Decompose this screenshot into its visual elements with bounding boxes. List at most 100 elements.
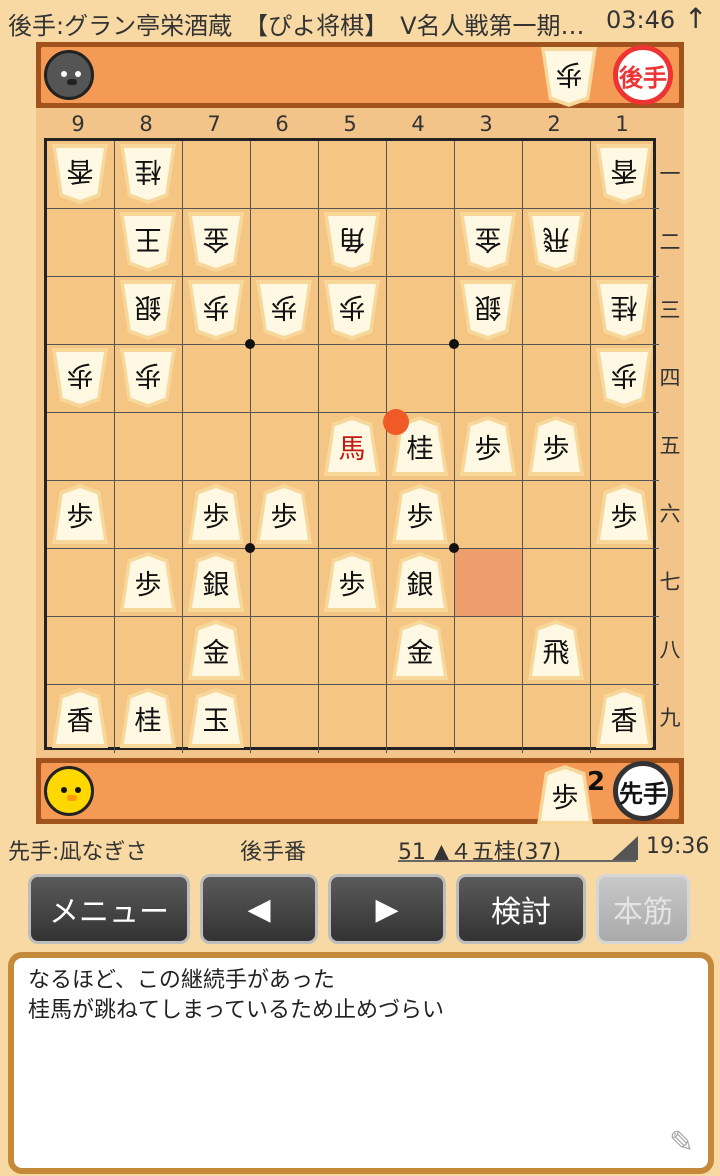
file-label: 7 (207, 112, 221, 136)
sente-piece[interactable]: 歩 (324, 552, 380, 612)
gote-piece[interactable]: 歩 (324, 280, 380, 340)
board-square[interactable] (251, 685, 319, 753)
sente-piece[interactable]: 歩 (596, 484, 652, 544)
board-square[interactable] (183, 345, 251, 413)
board-square[interactable] (115, 617, 183, 685)
board-square[interactable] (591, 549, 659, 617)
board-square[interactable] (319, 617, 387, 685)
sente-piece[interactable]: 桂 (120, 688, 176, 748)
shogi-board[interactable]: 香桂香王金角金飛銀歩歩歩銀桂歩歩歩馬桂歩歩歩歩歩歩歩歩銀歩銀金金飛香桂玉香 (44, 138, 659, 753)
star-point (245, 339, 255, 349)
board-square[interactable] (251, 549, 319, 617)
gote-piece[interactable]: 香 (596, 144, 652, 204)
board-square[interactable] (183, 141, 251, 209)
gote-piece[interactable]: 歩 (256, 280, 312, 340)
board-square[interactable] (523, 141, 591, 209)
prev-move-button[interactable]: ◀ (200, 874, 318, 944)
board-square[interactable] (523, 549, 591, 617)
board-square[interactable] (455, 481, 523, 549)
star-point (245, 543, 255, 553)
gote-piece[interactable]: 王 (120, 212, 176, 272)
board-square[interactable] (115, 413, 183, 481)
sente-piece[interactable]: 玉 (188, 688, 244, 748)
board-square[interactable] (455, 617, 523, 685)
sente-piece[interactable]: 歩 (528, 416, 584, 476)
gote-hand-piece[interactable]: 歩 (541, 47, 597, 107)
board-square[interactable] (319, 481, 387, 549)
up-arrow-icon[interactable]: ↑ (684, 2, 707, 35)
board-square[interactable] (251, 617, 319, 685)
board-square[interactable] (319, 141, 387, 209)
sente-piece[interactable]: 歩 (392, 484, 448, 544)
sente-piece[interactable]: 歩 (188, 484, 244, 544)
board-square[interactable] (455, 685, 523, 753)
board-square[interactable] (455, 549, 523, 617)
gote-piece[interactable]: 銀 (460, 280, 516, 340)
board-square[interactable] (387, 345, 455, 413)
board-square[interactable] (251, 345, 319, 413)
gote-piece[interactable]: 角 (324, 212, 380, 272)
board-square[interactable] (251, 141, 319, 209)
comment-box[interactable]: なるほど、この継続手があった 桂馬が跳ねてしまっているため止めづらい ✎ (8, 952, 714, 1174)
file-label: 8 (139, 112, 153, 136)
board-square[interactable] (387, 209, 455, 277)
board-square[interactable] (183, 413, 251, 481)
sente-hand-piece[interactable]: 歩 (537, 765, 593, 825)
board-square[interactable] (387, 685, 455, 753)
sente-piece[interactable]: 金 (392, 620, 448, 680)
board-square[interactable] (523, 685, 591, 753)
board-square[interactable] (387, 277, 455, 345)
gote-piece[interactable]: 桂 (120, 144, 176, 204)
sente-avatar[interactable] (44, 766, 94, 816)
board-square[interactable] (47, 413, 115, 481)
gote-avatar[interactable] (44, 50, 94, 100)
sente-piece[interactable]: 銀 (392, 552, 448, 612)
sente-piece[interactable]: 飛 (528, 620, 584, 680)
gote-piece[interactable]: 金 (188, 212, 244, 272)
board-square[interactable] (47, 549, 115, 617)
sente-piece[interactable]: 歩 (256, 484, 312, 544)
analyze-button[interactable]: 検討 (456, 874, 586, 944)
sente-piece[interactable]: 銀 (188, 552, 244, 612)
gote-piece[interactable]: 歩 (596, 348, 652, 408)
gote-piece[interactable]: 桂 (596, 280, 652, 340)
gote-piece[interactable]: 歩 (120, 348, 176, 408)
board-square[interactable] (47, 617, 115, 685)
rank-label: 三 (659, 298, 681, 322)
gote-piece[interactable]: 歩 (188, 280, 244, 340)
board-square[interactable] (523, 345, 591, 413)
sente-piece[interactable]: 歩 (460, 416, 516, 476)
device-time: 03:46 (606, 6, 676, 34)
board-square[interactable] (591, 617, 659, 685)
board-square[interactable] (523, 277, 591, 345)
board-square[interactable] (523, 481, 591, 549)
sente-piece[interactable]: 歩 (52, 484, 108, 544)
board-square[interactable] (455, 141, 523, 209)
board-square[interactable] (47, 209, 115, 277)
board-square[interactable] (319, 685, 387, 753)
next-move-button[interactable]: ▶ (328, 874, 446, 944)
gote-piece[interactable]: 金 (460, 212, 516, 272)
board-square[interactable] (47, 277, 115, 345)
board-square[interactable] (387, 141, 455, 209)
board-square[interactable] (115, 481, 183, 549)
board-square[interactable] (251, 209, 319, 277)
gote-piece[interactable]: 飛 (528, 212, 584, 272)
sente-piece[interactable]: 歩 (120, 552, 176, 612)
gote-piece[interactable]: 歩 (52, 348, 108, 408)
menu-button[interactable]: メニュー (28, 874, 190, 944)
sente-piece[interactable]: 香 (52, 688, 108, 748)
gote-piece[interactable]: 銀 (120, 280, 176, 340)
board-square[interactable] (455, 345, 523, 413)
board-square[interactable] (251, 413, 319, 481)
gote-piece[interactable]: 香 (52, 144, 108, 204)
board-square[interactable] (319, 345, 387, 413)
sente-piece[interactable]: 香 (596, 688, 652, 748)
sente-piece[interactable]: 金 (188, 620, 244, 680)
comment-line: 桂馬が跳ねてしまっているため止めづらい (28, 998, 445, 1023)
pencil-icon[interactable]: ✎ (669, 1128, 694, 1158)
board-square[interactable] (591, 209, 659, 277)
sente-piece[interactable]: 馬 (324, 416, 380, 476)
move-slider-track[interactable] (398, 860, 636, 862)
board-square[interactable] (591, 413, 659, 481)
